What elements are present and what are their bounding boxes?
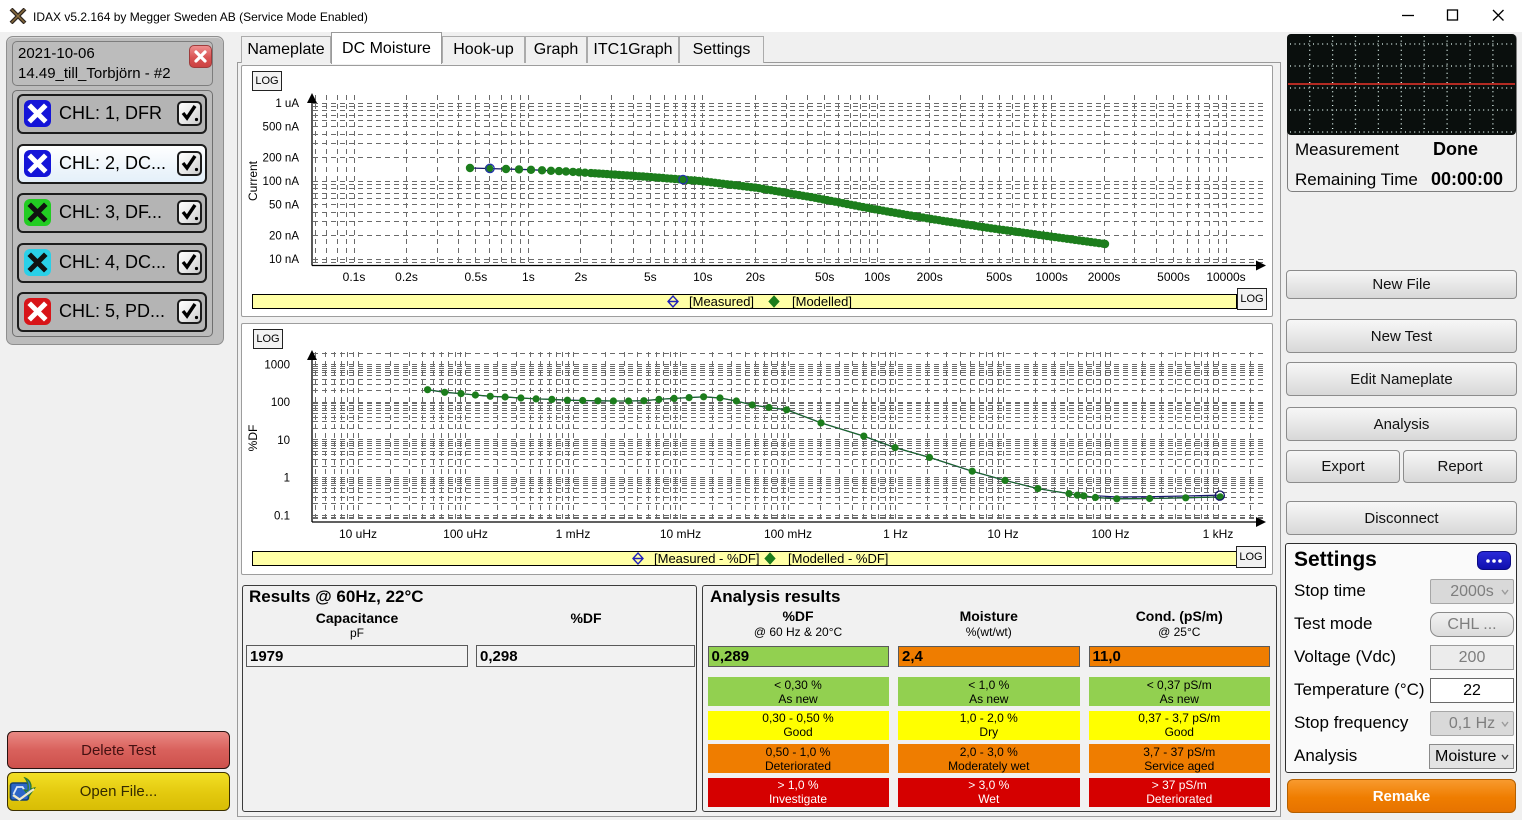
svg-text:1s: 1s xyxy=(522,270,535,284)
svg-text:2s: 2s xyxy=(575,270,588,284)
svg-text:500s: 500s xyxy=(986,270,1012,284)
svg-text:%DF: %DF xyxy=(246,425,260,452)
svg-text:1 kHz: 1 kHz xyxy=(1203,527,1234,541)
svg-text:1 uA: 1 uA xyxy=(275,98,299,110)
svg-text:[Measured]: [Measured] xyxy=(689,294,754,309)
svg-text:[Modelled]: [Modelled] xyxy=(792,294,852,309)
svg-text:200 nA: 200 nA xyxy=(263,153,300,165)
svg-text:Current: Current xyxy=(246,160,260,201)
svg-text:10 Hz: 10 Hz xyxy=(987,527,1018,541)
svg-text:[Measured - %DF]: [Measured - %DF] xyxy=(654,551,759,566)
svg-text:[Modelled - %DF]: [Modelled - %DF] xyxy=(788,551,888,566)
svg-text:100: 100 xyxy=(271,397,290,409)
svg-text:100 nA: 100 nA xyxy=(263,176,300,188)
svg-text:5s: 5s xyxy=(644,270,657,284)
svg-text:20 nA: 20 nA xyxy=(269,231,299,243)
svg-text:5000s: 5000s xyxy=(1157,270,1190,284)
svg-text:0.2s: 0.2s xyxy=(395,270,418,284)
svg-text:0.1s: 0.1s xyxy=(343,270,366,284)
svg-text:100s: 100s xyxy=(864,270,890,284)
svg-text:1: 1 xyxy=(284,473,290,485)
svg-text:10 mHz: 10 mHz xyxy=(660,527,701,541)
svg-text:0.5s: 0.5s xyxy=(465,270,488,284)
svg-text:100 Hz: 100 Hz xyxy=(1091,527,1129,541)
svg-text:10000s: 10000s xyxy=(1206,270,1245,284)
svg-text:20s: 20s xyxy=(746,270,765,284)
svg-text:50s: 50s xyxy=(815,270,834,284)
svg-text:1000: 1000 xyxy=(264,360,290,372)
svg-text:200s: 200s xyxy=(917,270,943,284)
svg-text:10 nA: 10 nA xyxy=(269,254,299,266)
svg-text:10s: 10s xyxy=(693,270,712,284)
svg-text:1 mHz: 1 mHz xyxy=(556,527,591,541)
svg-text:100 uHz: 100 uHz xyxy=(443,527,488,541)
svg-text:10: 10 xyxy=(277,435,290,447)
svg-text:500 nA: 500 nA xyxy=(263,122,300,134)
svg-text:0.1: 0.1 xyxy=(274,510,290,522)
svg-text:10 uHz: 10 uHz xyxy=(339,527,377,541)
svg-text:2000s: 2000s xyxy=(1088,270,1121,284)
svg-text:50 nA: 50 nA xyxy=(269,200,299,212)
svg-text:1000s: 1000s xyxy=(1035,270,1068,284)
svg-text:100 mHz: 100 mHz xyxy=(764,527,812,541)
svg-text:1 Hz: 1 Hz xyxy=(883,527,908,541)
